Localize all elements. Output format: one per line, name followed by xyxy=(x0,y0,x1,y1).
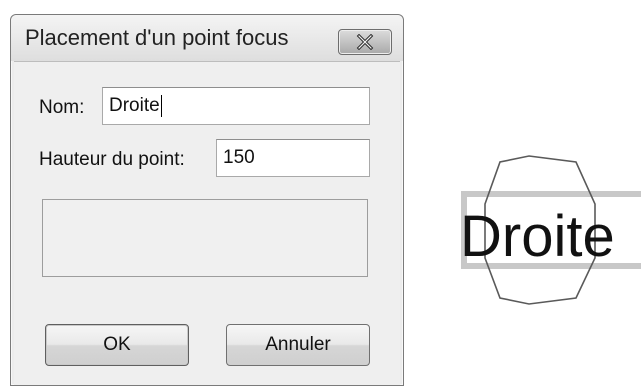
close-icon xyxy=(356,34,374,50)
name-label: Nom: xyxy=(39,97,85,118)
cancel-button-label: Annuler xyxy=(265,334,331,355)
preview-label: Droite xyxy=(460,204,615,269)
text-caret xyxy=(160,94,162,117)
focus-point-dialog: Placement d'un point focus Nom: Droite H… xyxy=(10,14,404,386)
ok-button[interactable]: OK xyxy=(45,324,189,366)
preview-group-box xyxy=(42,199,368,277)
focus-point-preview: Droite xyxy=(460,155,641,305)
height-input-value: 150 xyxy=(223,147,255,168)
close-button[interactable] xyxy=(338,29,392,55)
dialog-body: Nom: Droite Hauteur du point: 150 OK Ann… xyxy=(14,61,400,385)
height-input[interactable]: 150 xyxy=(216,139,370,177)
ok-button-label: OK xyxy=(103,334,131,355)
height-label: Hauteur du point: xyxy=(39,149,185,170)
dialog-title: Placement d'un point focus xyxy=(25,25,289,50)
name-input-value: Droite xyxy=(109,95,160,116)
name-input[interactable]: Droite xyxy=(102,87,370,125)
dialog-titlebar[interactable]: Placement d'un point focus xyxy=(11,15,403,61)
cancel-button[interactable]: Annuler xyxy=(226,324,370,366)
